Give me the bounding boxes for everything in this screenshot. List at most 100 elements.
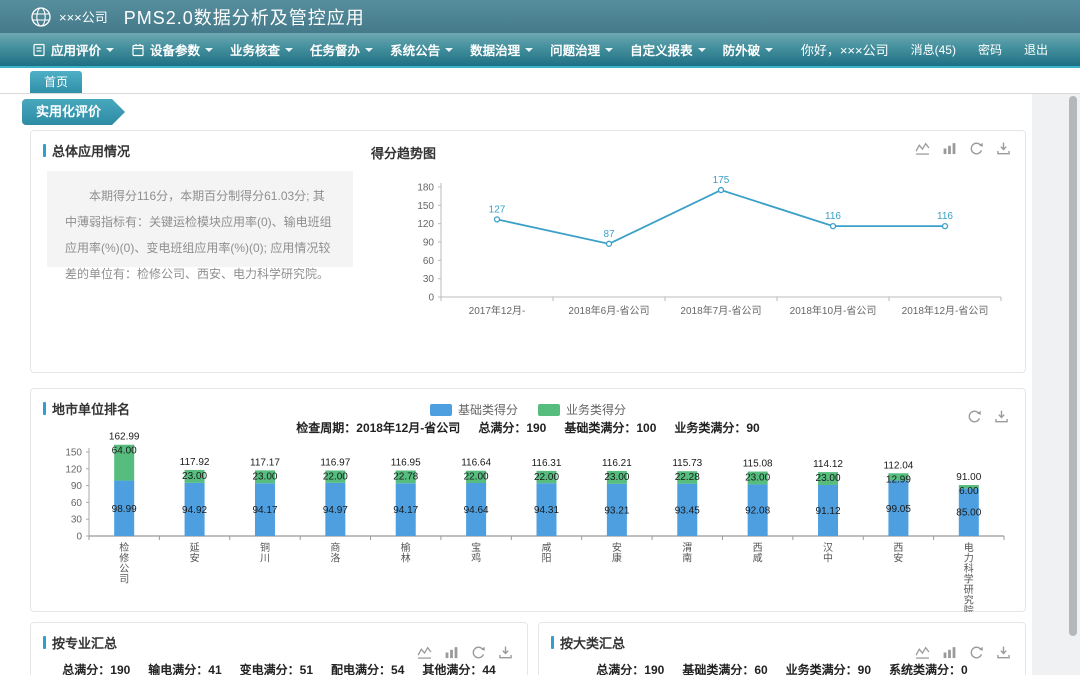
line-chart-icon[interactable]	[915, 141, 930, 156]
svg-text:180: 180	[417, 183, 434, 194]
messages-link[interactable]: 消息(45)	[911, 41, 956, 58]
nav-item-问题治理[interactable]: 问题治理	[550, 40, 613, 59]
svg-text:150: 150	[65, 448, 82, 459]
specialty-title: 按专业汇总	[52, 633, 117, 652]
svg-text:2017年12月-: 2017年12月-	[469, 304, 526, 317]
nav-item-label: 系统公告	[390, 40, 440, 59]
refresh-icon[interactable]	[969, 645, 984, 660]
bar-chart-icon[interactable]	[942, 141, 957, 156]
download-icon[interactable]	[996, 141, 1011, 156]
category-title-row: 按大类汇总	[551, 633, 625, 652]
globe-logo-icon	[30, 6, 52, 28]
svg-text:23.00: 23.00	[252, 471, 277, 482]
nav-user-area: 你好，×××公司 消息(45) 密码 退出	[801, 40, 1048, 59]
line-chart-icon[interactable]	[417, 645, 432, 660]
svg-text:116.95: 116.95	[391, 458, 421, 469]
svg-text:60: 60	[71, 498, 83, 509]
nav-item-系统公告[interactable]: 系统公告	[390, 40, 453, 59]
svg-text:检修公司: 检修公司	[119, 541, 129, 586]
ranking-card: 地市单位排名 基础类得分业务类得分 检查周期：2018年12月-省公司总满分：1…	[30, 388, 1026, 612]
download-icon[interactable]	[996, 645, 1011, 660]
chevron-down-icon	[205, 48, 213, 52]
svg-text:117.17: 117.17	[250, 457, 280, 468]
nav-item-数据治理[interactable]: 数据治理	[470, 40, 533, 59]
svg-text:116.64: 116.64	[461, 458, 491, 469]
nav-item-label: 设备参数	[150, 40, 200, 59]
scrollbar-thumb[interactable]	[1069, 96, 1077, 636]
svg-text:30: 30	[423, 274, 435, 285]
svg-text:90: 90	[423, 238, 435, 249]
nav-item-label: 数据治理	[470, 40, 520, 59]
svg-text:91.12: 91.12	[816, 506, 841, 517]
svg-text:175: 175	[713, 175, 730, 186]
section-badge[interactable]: 实用化评价	[22, 99, 125, 125]
stat-其他满分: 其他满分：44	[422, 663, 495, 675]
svg-text:2018年10月-省公司: 2018年10月-省公司	[790, 304, 877, 317]
svg-text:0: 0	[428, 293, 434, 304]
refresh-icon[interactable]	[967, 409, 982, 424]
by-category-card: 按大类汇总 总满分：190基础类满分：60业务类满分：90系统类满分：0	[538, 622, 1026, 675]
svg-text:85.00: 85.00	[956, 508, 981, 519]
legend-item-基础类得分[interactable]: 基础类得分	[430, 401, 518, 418]
bar-chart-icon[interactable]	[942, 645, 957, 660]
stat-配电满分: 配电满分：54	[331, 663, 404, 675]
svg-text:22.78: 22.78	[393, 472, 418, 483]
svg-text:120: 120	[65, 464, 82, 475]
svg-text:安康: 安康	[612, 541, 622, 565]
stat-总满分: 总满分：190	[62, 663, 130, 675]
nav-item-label: 问题治理	[550, 40, 600, 59]
ranking-bar-chart: 0306090120150162.9964.0098.99检修公司117.922…	[37, 424, 1022, 612]
chevron-down-icon	[698, 48, 706, 52]
legend-label: 业务类得分	[566, 401, 626, 418]
nav-item-label: 应用评价	[51, 40, 101, 59]
nav-item-自定义报表[interactable]: 自定义报表	[630, 40, 706, 59]
svg-text:115.08: 115.08	[743, 459, 773, 470]
svg-text:23.00: 23.00	[745, 473, 770, 484]
svg-text:120: 120	[417, 219, 434, 230]
svg-text:咸阳: 咸阳	[542, 542, 552, 565]
refresh-icon[interactable]	[969, 141, 984, 156]
tab-strip: 首页	[0, 68, 1080, 94]
svg-text:宝鸡: 宝鸡	[471, 541, 481, 565]
chevron-down-icon	[365, 48, 373, 52]
bar-chart-icon[interactable]	[444, 645, 459, 660]
nav-item-任务督办[interactable]: 任务督办	[310, 40, 373, 59]
title-accent-bar	[43, 636, 46, 649]
password-link[interactable]: 密码	[978, 41, 1002, 58]
svg-text:汉中: 汉中	[823, 542, 833, 565]
legend-item-业务类得分[interactable]: 业务类得分	[538, 401, 626, 418]
nav-menu: 应用评价 设备参数 业务核查任务督办系统公告 数据治理 问题治理 自定义报表防外破	[32, 40, 773, 59]
svg-text:2018年6月-省公司: 2018年6月-省公司	[568, 304, 649, 317]
svg-text:116.31: 116.31	[532, 458, 562, 469]
download-icon[interactable]	[994, 409, 1009, 424]
nav-item-应用评价[interactable]: 应用评价	[32, 40, 114, 59]
nav-item-label: 防外破	[723, 40, 761, 59]
svg-text:94.97: 94.97	[323, 505, 348, 516]
svg-text:127: 127	[489, 204, 506, 215]
svg-text:6.00: 6.00	[959, 486, 979, 497]
line-chart-icon[interactable]	[915, 645, 930, 660]
svg-text:商洛: 商洛	[330, 541, 340, 565]
svg-text:22.00: 22.00	[534, 472, 559, 483]
refresh-icon[interactable]	[471, 645, 486, 660]
svg-text:116: 116	[825, 211, 841, 222]
stat-输电满分: 输电满分：41	[148, 663, 221, 675]
svg-text:90: 90	[71, 481, 83, 492]
svg-text:116.97: 116.97	[320, 457, 350, 468]
svg-text:94.64: 94.64	[464, 505, 489, 516]
svg-text:162.99: 162.99	[109, 432, 140, 443]
nav-item-防外破[interactable]: 防外破	[723, 40, 774, 59]
tab-home[interactable]: 首页	[30, 71, 82, 93]
nav-item-业务核查[interactable]: 业务核查	[230, 40, 293, 59]
svg-text:64.00: 64.00	[112, 446, 137, 457]
logout-link[interactable]: 退出	[1024, 41, 1048, 58]
download-icon[interactable]	[498, 645, 513, 660]
svg-text:112.04: 112.04	[884, 460, 914, 471]
svg-text:60: 60	[423, 256, 435, 267]
svg-text:93.21: 93.21	[604, 505, 629, 516]
overview-trend-card: 总体应用情况 本期得分116分，本期百分制得分61.03分; 其中薄弱指标有：关…	[30, 130, 1026, 373]
trend-title: 得分趋势图	[371, 143, 436, 162]
svg-text:23.00: 23.00	[816, 473, 841, 484]
nav-item-设备参数[interactable]: 设备参数	[131, 40, 213, 59]
svg-text:电力科学研究院: 电力科学研究院	[964, 541, 974, 612]
